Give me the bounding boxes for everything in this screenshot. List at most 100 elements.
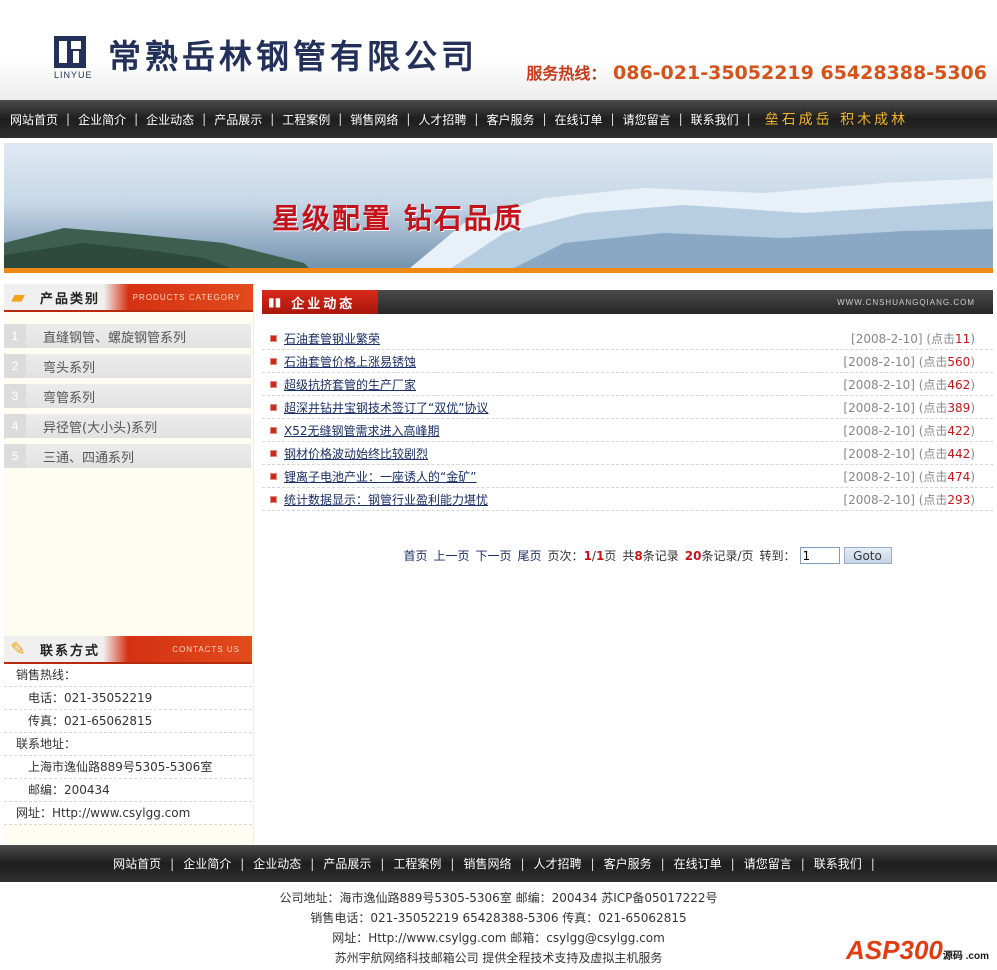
news-title-link[interactable]: 锂离子电池产业：一座诱人的“金矿” xyxy=(284,468,476,485)
footer-nav-item[interactable]: 客户服务 xyxy=(604,855,652,872)
nav-item[interactable]: 请您留言 xyxy=(623,111,671,128)
main-content: ▮▮ 企业动态 WWW.CNSHUANGQIANG.COM 石油套管钢业繁荣 [2… xyxy=(262,290,993,564)
news-bullet-icon xyxy=(270,426,277,434)
news-title-link[interactable]: 石油套管价格上涨易锈蚀 xyxy=(284,353,416,370)
hits-suffix: ) xyxy=(970,400,975,415)
hits-suffix: ) xyxy=(970,377,975,392)
bars-icon: ▮▮ xyxy=(268,295,282,309)
footer-nav-item[interactable]: 销售网络 xyxy=(463,855,511,872)
goto-label: 转到： xyxy=(759,549,796,563)
first-page-link[interactable]: 首页 xyxy=(403,547,427,564)
footer-nav-item[interactable]: 网站首页 xyxy=(113,855,161,872)
contact-row: 传真：021-65062815 xyxy=(4,710,252,733)
nav-item[interactable]: 人才招聘 xyxy=(418,111,466,128)
hits-suffix: ) xyxy=(970,469,975,484)
news-title-link[interactable]: 超级抗挤套管的生产厂家 xyxy=(284,376,416,393)
goto-button[interactable]: Goto xyxy=(843,547,892,564)
next-page-link[interactable]: 下一页 xyxy=(476,547,512,564)
footer-nav-item[interactable]: 企业简介 xyxy=(183,855,231,872)
category-number: 5 xyxy=(4,444,26,468)
news-meta: [2008-2-10] (点击474) xyxy=(843,468,975,485)
footer-nav-separator: | xyxy=(380,856,385,871)
last-page-link[interactable]: 尾页 xyxy=(518,547,542,564)
nav-separator: | xyxy=(542,112,547,126)
news-bullet-icon xyxy=(270,403,277,411)
per-page-count: 20 xyxy=(684,548,702,563)
nav-item[interactable]: 销售网络 xyxy=(350,111,398,128)
news-hits: 11 xyxy=(955,331,971,346)
nav-separator: | xyxy=(202,112,207,126)
news-list: 石油套管钢业繁荣 [2008-2-10] (点击11) 石油套管价格上涨易锈蚀 [20… xyxy=(262,327,993,511)
nav-separator: | xyxy=(746,112,751,126)
contact-title: 联系方式 xyxy=(40,643,101,659)
news-date: [2008-2-10] xyxy=(843,446,915,461)
news-title-link[interactable]: 统计数据显示：钢管行业盈利能力堪忧 xyxy=(284,491,488,508)
hits-prefix: (点击 xyxy=(926,331,956,346)
company-logo-icon xyxy=(54,36,86,68)
category-item[interactable]: 3 弯管系列 xyxy=(4,384,251,408)
page-unit: 页 xyxy=(604,549,617,563)
category-label: 异径管(大小头)系列 xyxy=(43,420,158,436)
nav-item[interactable]: 网站首页 xyxy=(10,111,58,128)
contact-box: ✎ 联系方式 CONTACTS US 销售热线： 电话：021-35052219 传… xyxy=(4,636,252,825)
footer-nav-item[interactable]: 在线订单 xyxy=(674,855,722,872)
nav-item[interactable]: 客户服务 xyxy=(486,111,534,128)
nav-item[interactable]: 在线订单 xyxy=(555,111,603,128)
category-title: 产品类别 xyxy=(40,291,101,307)
category-label: 直缝钢管、螺旋钢管系列 xyxy=(43,330,187,346)
contact-header: ✎ 联系方式 CONTACTS US xyxy=(4,636,252,664)
nav-separator: | xyxy=(678,112,683,126)
news-bullet-icon xyxy=(270,495,277,503)
goto-page-input[interactable] xyxy=(799,547,840,564)
footer-nav-separator: | xyxy=(660,856,665,871)
news-title-link[interactable]: X52无缝钢管需求进入高峰期 xyxy=(284,422,440,439)
footer-nav-item[interactable]: 工程案例 xyxy=(393,855,441,872)
nav-separator: | xyxy=(134,112,139,126)
category-item[interactable]: 5 三通、四通系列 xyxy=(4,444,251,468)
news-date: [2008-2-10] xyxy=(843,400,915,415)
footer-nav-separator: | xyxy=(590,856,595,871)
hits-suffix: ) xyxy=(970,423,975,438)
footer-nav-separator: | xyxy=(310,856,315,871)
footer-nav-item[interactable]: 企业动态 xyxy=(253,855,301,872)
nav-item[interactable]: 企业简介 xyxy=(78,111,126,128)
nav-item[interactable]: 工程案例 xyxy=(282,111,330,128)
footer-nav-item[interactable]: 联系我们 xyxy=(814,855,862,872)
category-item[interactable]: 2 弯头系列 xyxy=(4,354,251,378)
news-bullet-icon xyxy=(270,380,277,388)
news-date: [2008-2-10] xyxy=(843,377,915,392)
hits-prefix: (点击 xyxy=(918,492,948,507)
category-item[interactable]: 1 直缝钢管、螺旋钢管系列 xyxy=(4,324,251,348)
watermark-text: ASP300 xyxy=(846,935,943,965)
category-item[interactable]: 4 异径管(大小头)系列 xyxy=(4,414,251,438)
current-page: 1 xyxy=(583,548,592,563)
nav-item[interactable]: 联系我们 xyxy=(691,111,739,128)
hits-prefix: (点击 xyxy=(918,354,948,369)
news-date: [2008-2-10] xyxy=(843,469,915,484)
sidebar: ▰ 产品类别 PRODUCTS CATEGORY 1 直缝钢管、螺旋钢管系列 2 弯头… xyxy=(4,284,254,844)
news-meta: [2008-2-10] (点击11) xyxy=(851,330,975,347)
nav-separator: | xyxy=(338,112,343,126)
news-item: 锂离子电池产业：一座诱人的“金矿” [2008-2-10] (点击474) xyxy=(262,465,993,488)
nav-item[interactable]: 产品展示 xyxy=(214,111,262,128)
news-item: 超深井钻井宝钢技术签订了“双优”协议 [2008-2-10] (点击389) xyxy=(262,396,993,419)
news-title-link[interactable]: 钢材价格波动始终比较剧烈 xyxy=(284,445,428,462)
news-hits: 293 xyxy=(947,492,971,507)
news-title-link[interactable]: 超深井钻井宝钢技术签订了“双优”协议 xyxy=(284,399,488,416)
footer-nav: 网站首页 | 企业简介 | 企业动态 | 产品展示 | 工程案例 | 销售网络 | 人才招聘 | 客户服务 |… xyxy=(0,845,997,882)
news-hits: 389 xyxy=(947,400,971,415)
contact-list: 销售热线： 电话：021-35052219 传真：021-65062815 联系地址：… xyxy=(4,664,252,825)
news-item: 石油套管钢业繁荣 [2008-2-10] (点击11) xyxy=(262,327,993,350)
nav-separator: | xyxy=(406,112,411,126)
news-meta: [2008-2-10] (点击293) xyxy=(843,491,975,508)
footer-nav-item[interactable]: 人才招聘 xyxy=(534,855,582,872)
footer-nav-separator: | xyxy=(800,856,805,871)
footer-nav-separator: | xyxy=(240,856,245,871)
footer-nav-item[interactable]: 产品展示 xyxy=(323,855,371,872)
news-hits: 442 xyxy=(947,446,971,461)
nav-item[interactable]: 企业动态 xyxy=(146,111,194,128)
footer-nav-item[interactable]: 请您留言 xyxy=(744,855,792,872)
total-prefix: 共 xyxy=(622,549,635,563)
prev-page-link[interactable]: 上一页 xyxy=(434,547,470,564)
news-title-link[interactable]: 石油套管钢业繁荣 xyxy=(284,330,380,347)
